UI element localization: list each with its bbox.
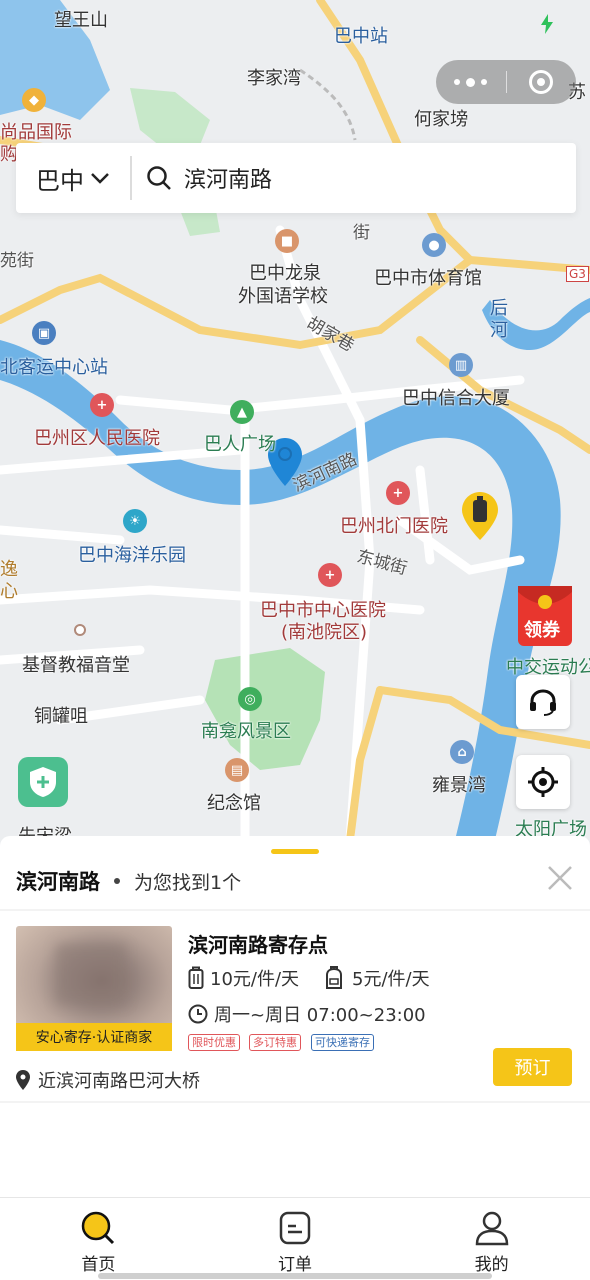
- residential-icon: ⌂: [450, 740, 474, 764]
- map-label: (南池院区): [281, 622, 368, 643]
- location-icon: [16, 1070, 30, 1090]
- tab-orders[interactable]: 订单: [197, 1198, 394, 1280]
- city-label: 巴中: [36, 166, 84, 195]
- school-icon: ■: [275, 229, 299, 253]
- memorial-icon: ▤: [225, 758, 249, 782]
- tab-profile[interactable]: 我的: [393, 1198, 590, 1280]
- map-label: 街: [353, 223, 370, 243]
- address-text: 近滨河南路巴河大桥: [38, 1071, 200, 1092]
- close-program-button[interactable]: [507, 60, 577, 104]
- scenic-area-icon: ◎: [238, 687, 262, 711]
- park-icon: ▲: [230, 400, 254, 424]
- coupon-label: 领券: [524, 620, 560, 641]
- bus-station-icon: ▣: [32, 321, 56, 345]
- locate-button[interactable]: [516, 755, 570, 809]
- search-query: 滨河南路: [184, 168, 273, 193]
- result-card[interactable]: 安心寄存·认证商家 滨河南路寄存点 10元/件/天 5元/件/天 周一~周日 0…: [0, 911, 590, 1101]
- coupon-button[interactable]: 领券: [516, 582, 576, 648]
- tab-label: 订单: [277, 1255, 312, 1275]
- map-label: 巴州北门医院: [340, 516, 448, 537]
- hospital-icon: +: [90, 393, 114, 417]
- hospital-icon: +: [386, 481, 410, 505]
- mini-program-capsule: [436, 60, 576, 104]
- amusement-park-icon: ☀: [123, 509, 147, 533]
- map-label: 巴中信合大厦: [402, 388, 510, 409]
- map-label: 何家塝: [414, 109, 468, 130]
- app-root: ◆ ■ ● ▣ ▥ + ▲ + ☀ + ◎ ▤ ⌂ 望王山 李家湾 巴中站 何家…: [0, 0, 590, 1280]
- map-label: 李家湾: [247, 68, 301, 89]
- hospital-icon: +: [318, 563, 342, 587]
- results-sheet: 滨河南路 为您找到1个 安心寄存·认证商家 滨河南路寄存点 10元/件/天 5元…: [0, 836, 590, 1198]
- separator-dot: [114, 878, 120, 884]
- tab-label: 我的: [474, 1255, 509, 1275]
- sheet-title: 滨河南路: [16, 870, 100, 894]
- certified-badge: 安心寄存·认证商家: [16, 1023, 172, 1051]
- highway-badge: G3: [566, 266, 589, 282]
- map-label: 河: [490, 320, 508, 341]
- price-large-luggage: 10元/件/天: [188, 965, 299, 991]
- map-label: 外国语学校: [238, 286, 328, 307]
- price-small-luggage: 5元/件/天: [324, 965, 430, 991]
- map-label: 巴中海洋乐园: [78, 545, 186, 566]
- price-small-text: 5元/件/天: [352, 969, 430, 990]
- backpack-icon: [326, 966, 342, 989]
- search-input[interactable]: 滨河南路: [132, 143, 576, 213]
- sheet-header: 滨河南路 为您找到1个: [16, 866, 241, 896]
- map-label: 南龛风景区: [201, 721, 291, 742]
- close-button[interactable]: [546, 864, 574, 892]
- book-button[interactable]: 预订: [493, 1048, 572, 1086]
- opening-hours: 周一~周日 07:00~23:00: [188, 1001, 426, 1027]
- tab-bar: 首页 订单 我的: [0, 1197, 590, 1280]
- shopping-icon: ◆: [22, 88, 46, 112]
- map-label: 苑街: [0, 251, 34, 271]
- safety-shield-button[interactable]: [18, 757, 68, 807]
- map-label: 雍景湾: [432, 775, 486, 796]
- map-label: 巴州区人民医院: [34, 428, 160, 449]
- result-count: 为您找到1个: [134, 871, 242, 894]
- chevron-down-icon: [91, 173, 109, 184]
- home-indicator: [98, 1273, 492, 1279]
- price-large-text: 10元/件/天: [210, 969, 300, 990]
- search-bar: 巴中 滨河南路: [16, 143, 576, 213]
- map-label: 铜罐咀: [34, 706, 88, 727]
- headset-icon: [530, 689, 556, 716]
- crosshair-icon: [528, 767, 558, 797]
- more-menu-button[interactable]: [436, 60, 506, 104]
- church-icon: [74, 624, 86, 636]
- order-list-icon: [279, 1211, 311, 1245]
- stadium-icon: ●: [422, 233, 446, 257]
- close-icon: [548, 866, 572, 890]
- storage-pin-icon[interactable]: [462, 492, 498, 540]
- home-search-icon: [82, 1211, 115, 1245]
- map-label: 心: [0, 581, 18, 602]
- target-icon: [529, 70, 554, 94]
- map-label: 基督教福音堂: [22, 655, 130, 676]
- map-view[interactable]: ◆ ■ ● ▣ ▥ + ▲ + ☀ + ◎ ▤ ⌂ 望王山 李家湾 巴中站 何家…: [0, 0, 590, 860]
- map-label: 巴中市体育馆: [374, 268, 482, 289]
- sheet-drag-handle[interactable]: [271, 849, 319, 854]
- hours-text: 周一~周日 07:00~23:00: [214, 1005, 426, 1026]
- suitcase-icon: [188, 966, 204, 989]
- city-selector[interactable]: 巴中: [16, 156, 132, 200]
- user-icon: [475, 1211, 508, 1246]
- customer-service-button[interactable]: [516, 675, 570, 729]
- charging-icon: [541, 14, 553, 34]
- clock-icon: [188, 1004, 208, 1024]
- status-bar: [0, 0, 590, 44]
- tab-home[interactable]: 首页: [0, 1198, 197, 1280]
- tag-multi-discount: 多订特惠: [249, 1034, 301, 1051]
- shop-name: 滨河南路寄存点: [188, 933, 328, 957]
- shield-icon: [30, 767, 56, 797]
- map-label: 北客运中心站: [0, 357, 108, 378]
- map-label: 巴人广场: [204, 434, 276, 455]
- tab-label: 首页: [81, 1255, 116, 1275]
- tag-express-storage: 可快递寄存: [311, 1034, 374, 1051]
- tag-limited-offer: 限时优惠: [188, 1034, 240, 1051]
- divider: [0, 1101, 590, 1103]
- search-icon: [147, 166, 171, 190]
- building-icon: ▥: [449, 353, 473, 377]
- shop-address: 近滨河南路巴河大桥: [16, 1067, 200, 1093]
- map-label: 纪念馆: [207, 793, 261, 814]
